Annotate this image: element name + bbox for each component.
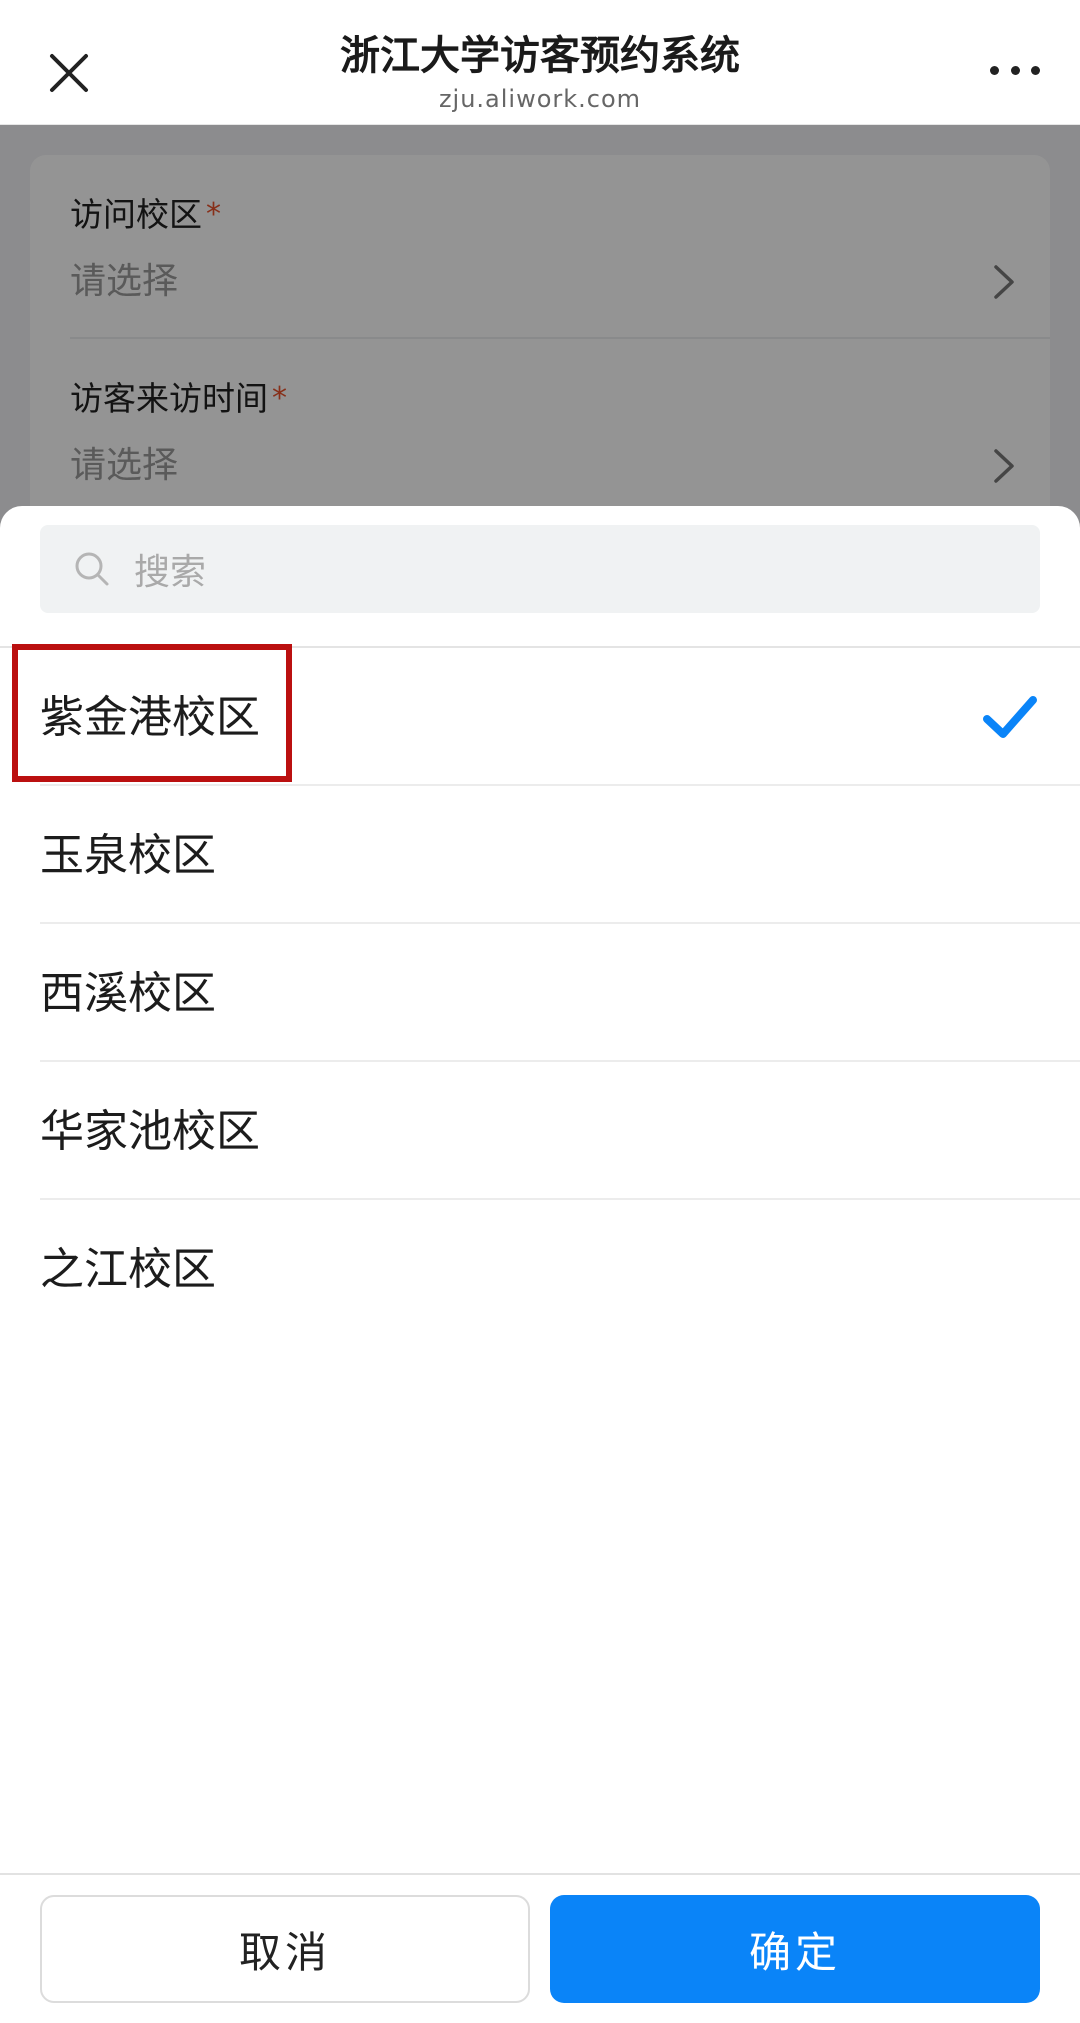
option-label: 玉泉校区 [40, 830, 216, 881]
check-icon [983, 696, 1037, 738]
campus-option-huajiachi[interactable]: 华家池校区 [0, 1062, 1080, 1200]
cancel-button[interactable]: 取消 [40, 1895, 530, 2003]
title-block: 浙江大学访客预约系统 zju.aliwork.com [0, 28, 1080, 114]
campus-option-zhijiang[interactable]: 之江校区 [0, 1200, 1080, 1338]
campus-picker-sheet: 搜索 紫金港校区 玉泉校区 西溪校区 华家池校区 之江校区 [0, 506, 1080, 2023]
campus-option-zijingang[interactable]: 紫金港校区 [0, 644, 1080, 786]
page-domain: zju.aliwork.com [438, 85, 642, 113]
search-icon [75, 552, 109, 586]
search-input[interactable]: 搜索 [40, 525, 1040, 613]
footer-divider [0, 1873, 1080, 1875]
option-label: 华家池校区 [40, 1106, 260, 1157]
page-title: 浙江大学访客预约系统 [340, 33, 740, 79]
option-label: 西溪校区 [40, 968, 216, 1019]
more-icon [990, 65, 999, 75]
option-label: 之江校区 [40, 1244, 216, 1295]
campus-option-xixi[interactable]: 西溪校区 [0, 924, 1080, 1062]
campus-option-list: 紫金港校区 玉泉校区 西溪校区 华家池校区 之江校区 [0, 644, 1080, 1338]
search-placeholder: 搜索 [134, 552, 207, 593]
campus-option-yuquan[interactable]: 玉泉校区 [0, 786, 1080, 924]
nav-header: 浙江大学访客预约系统 zju.aliwork.com [0, 0, 1080, 125]
confirm-button[interactable]: 确定 [550, 1895, 1040, 2003]
more-button[interactable] [990, 58, 1040, 82]
option-label: 紫金港校区 [40, 692, 260, 743]
